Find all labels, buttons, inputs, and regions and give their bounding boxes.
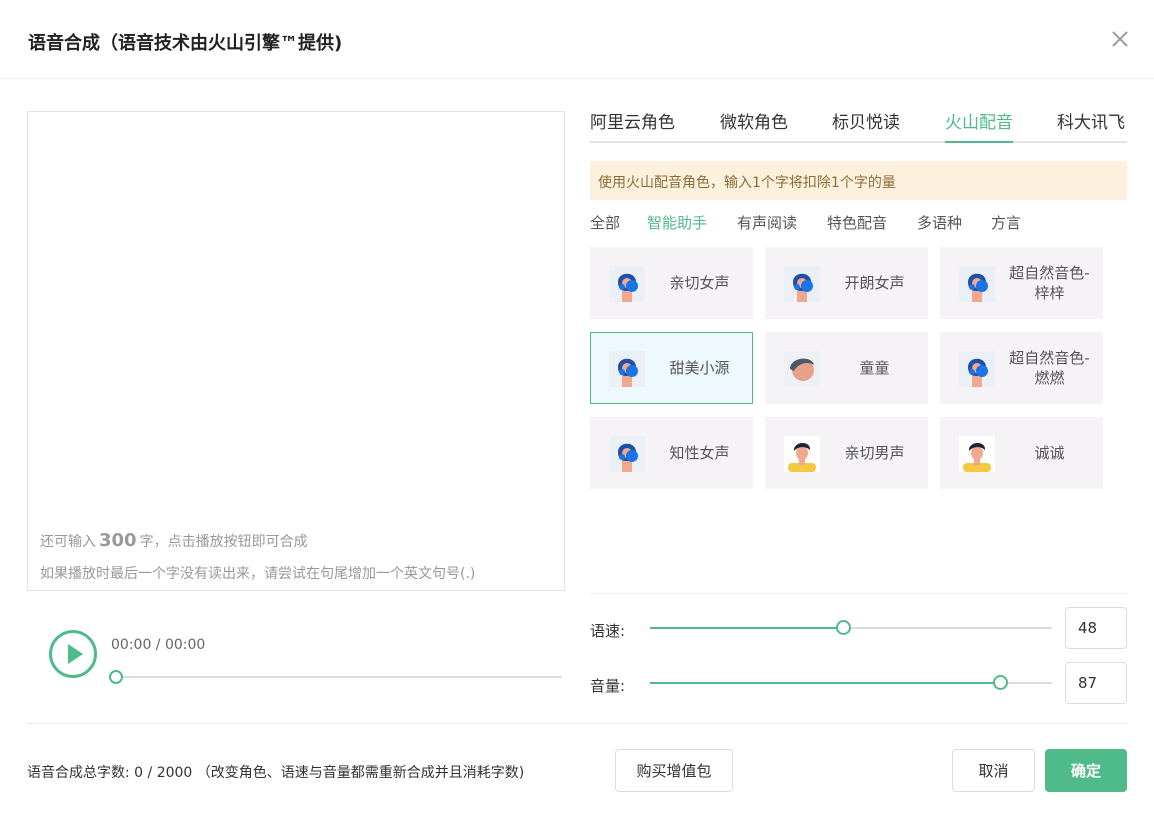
female-avatar-icon (609, 266, 645, 302)
child-avatar-icon (784, 351, 820, 387)
period-tip: 如果播放时最后一个字没有读出来，请尝试在句尾增加一个英文句号(.) (40, 566, 476, 582)
total-label: 语音合成总字数: (27, 765, 130, 781)
remaining-suffix: 字，点击播放按钮即可合成 (139, 534, 308, 550)
total-value: 0 / 2000 (134, 765, 193, 781)
voice-card[interactable]: 亲切男声 (765, 417, 928, 489)
total-note: （改变角色、语速与音量都需重新合成并且消耗字数) (196, 765, 525, 781)
buy-package-button[interactable]: 购买增值包 (615, 749, 733, 792)
provider-tabs: 阿里云角色 微软角色 标贝悦读 火山配音 科大讯飞 (590, 108, 1127, 143)
voice-name: 超自然音色-燃燃 (1009, 349, 1090, 387)
play-button[interactable] (49, 630, 97, 678)
remaining-prefix: 还可输入 (40, 534, 96, 550)
tab-biaobei[interactable]: 标贝悦读 (832, 108, 900, 143)
tab-microsoft[interactable]: 微软角色 (720, 108, 788, 143)
confirm-button[interactable]: 确定 (1045, 749, 1127, 792)
text-input-panel: 还可输入 300 字，点击播放按钮即可合成 如果播放时最后一个字没有读出来，请尝试在… (27, 111, 565, 591)
cancel-button[interactable]: 取消 (952, 749, 1035, 792)
category-dialect[interactable]: 方言 (991, 212, 1021, 233)
female-avatar-icon (959, 266, 995, 302)
male-avatar-icon (959, 436, 995, 472)
voice-card[interactable]: 知性女声 (590, 417, 753, 489)
category-multilingual[interactable]: 多语种 (917, 212, 962, 233)
voice-card[interactable]: 开朗女声 (765, 247, 928, 319)
volume-slider-fill (650, 682, 1000, 684)
female-avatar-icon (784, 266, 820, 302)
volume-label: 音量: (590, 677, 626, 695)
category-all[interactable]: 全部 (590, 212, 620, 233)
volume-slider-thumb[interactable] (992, 675, 1008, 690)
voice-card[interactable]: 甜美小源 (590, 332, 753, 404)
category-audiobook[interactable]: 有声阅读 (737, 212, 797, 233)
total-characters: 语音合成总字数: 0 / 2000 （改变角色、语速与音量都需重新合成并且消耗字… (27, 762, 524, 782)
speed-input[interactable] (1065, 607, 1127, 649)
volume-input[interactable] (1065, 662, 1127, 704)
divider (590, 593, 1127, 594)
footer-divider (27, 723, 1127, 724)
speed-slider-thumb[interactable] (835, 620, 851, 635)
remaining-count: 300 (99, 530, 137, 551)
female-avatar-icon (609, 436, 645, 472)
speed-slider-fill (650, 627, 843, 629)
playback-time: 00:00 / 00:00 (111, 637, 206, 653)
voice-name: 开朗女声 (844, 274, 905, 292)
playback-progress-thumb[interactable] (109, 670, 123, 684)
voice-name: 知性女声 (669, 444, 730, 462)
playback-progress-track[interactable] (116, 676, 562, 678)
voice-name: 诚诚 (1034, 444, 1065, 462)
tab-aliyun[interactable]: 阿里云角色 (590, 108, 675, 143)
dialog-title: 语音合成（语音技术由火山引擎™提供) (28, 33, 343, 54)
male-avatar-icon (784, 436, 820, 472)
voice-card[interactable]: 超自然音色-燃燃 (940, 332, 1103, 404)
close-icon[interactable] (1108, 27, 1132, 51)
voice-name: 甜美小源 (669, 359, 730, 377)
female-avatar-icon (959, 351, 995, 387)
tab-volcano[interactable]: 火山配音 (945, 108, 1013, 143)
remaining-hint: 还可输入 300 字，点击播放按钮即可合成 (40, 530, 308, 551)
voice-card[interactable]: 超自然音色-梓梓 (940, 247, 1103, 319)
text-input[interactable] (28, 112, 564, 522)
speed-label: 语速: (590, 622, 626, 640)
voice-card[interactable]: 童童 (765, 332, 928, 404)
voice-name: 亲切女声 (669, 274, 730, 292)
female-avatar-icon (609, 351, 645, 387)
dialog-header: 语音合成（语音技术由火山引擎™提供) (0, 0, 1154, 79)
voice-name: 亲切男声 (844, 444, 905, 462)
usage-notice: 使用火山配音角色，输入1个字将扣除1个字的量 (590, 161, 1127, 200)
voice-name: 超自然音色-梓梓 (1009, 264, 1090, 302)
tab-iflytek[interactable]: 科大讯飞 (1057, 108, 1125, 143)
category-special[interactable]: 特色配音 (827, 212, 887, 233)
voice-card[interactable]: 亲切女声 (590, 247, 753, 319)
voice-card[interactable]: 诚诚 (940, 417, 1103, 489)
category-assistant[interactable]: 智能助手 (647, 212, 707, 233)
voice-name: 童童 (859, 359, 890, 377)
